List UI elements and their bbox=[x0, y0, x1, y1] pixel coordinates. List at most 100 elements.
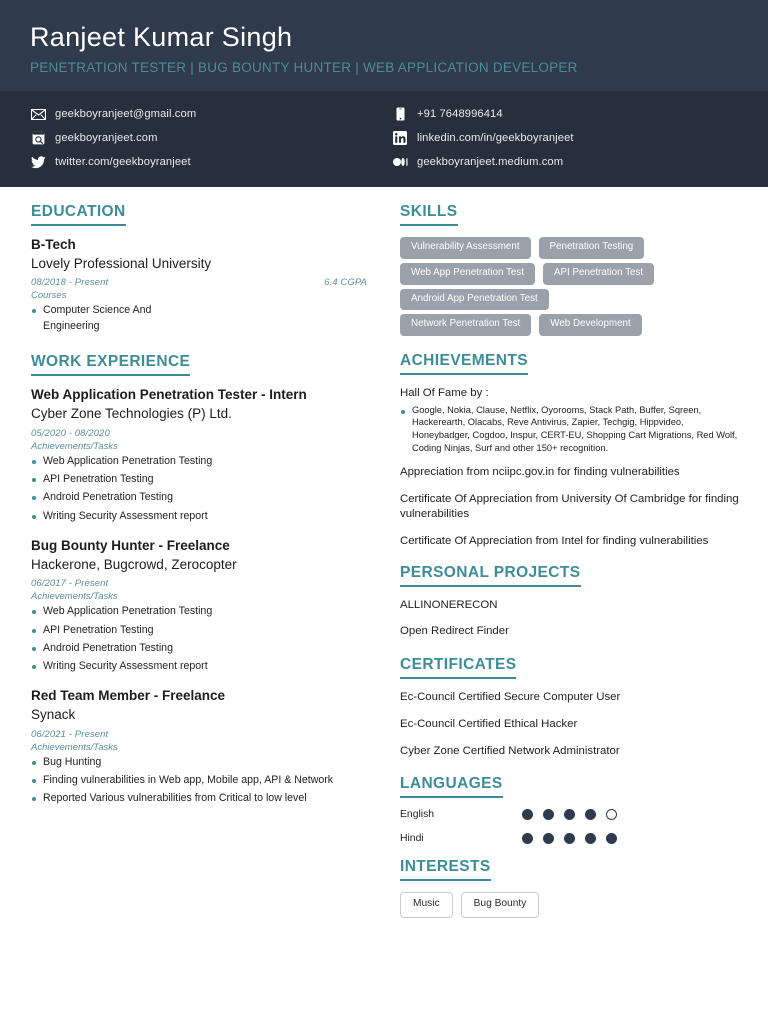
skills-heading: SKILLS bbox=[400, 203, 458, 227]
level-dot-filled bbox=[543, 833, 554, 845]
section-interests: INTERESTS Music Bug Bounty bbox=[400, 858, 742, 918]
education-courses-list: Computer Science And Engineering bbox=[31, 303, 367, 335]
list-item: API Penetration Testing bbox=[31, 623, 367, 639]
work-dates: 05/2020 - 08/2020 bbox=[31, 427, 110, 439]
skills-row: Vulnerability Assessment Penetration Tes… bbox=[400, 237, 742, 259]
list-item: Writing Security Assessment report bbox=[31, 509, 367, 525]
list-item: Web Application Penetration Testing bbox=[31, 454, 367, 470]
language-level-dots bbox=[522, 833, 617, 845]
contact-email-text: geekboyranjeet@gmail.com bbox=[55, 108, 197, 121]
work-org: Hackerone, Bugcrowd, Zerocopter bbox=[31, 556, 237, 572]
work-title: Red Team Member - Freelance bbox=[31, 688, 226, 704]
level-dot-filled bbox=[564, 809, 575, 821]
certificate-item: Cyber Zone Certified Network Administrat… bbox=[400, 744, 620, 757]
work-tasks-label: Achievements/Tasks bbox=[31, 741, 118, 753]
contact-column-right: +91 7648996414 linkedin.com/in/geekboyra… bbox=[384, 102, 738, 174]
skill-pill: Android App Penetration Test bbox=[400, 288, 549, 311]
education-institution: Lovely Professional University bbox=[31, 255, 212, 271]
level-dot-empty bbox=[606, 809, 617, 821]
achievement-item: Certificate Of Appreciation from Univers… bbox=[400, 492, 739, 521]
contact-twitter-text: twitter.com/geekboyranjeet bbox=[55, 156, 191, 169]
certificates-heading: CERTIFICATES bbox=[400, 656, 517, 680]
education-grade: 6.4 CGPA bbox=[324, 277, 367, 289]
work-entry: Red Team Member - Freelance Synack 06/20… bbox=[31, 688, 367, 807]
contact-item-website[interactable]: geekboyranjeet.com bbox=[30, 126, 384, 150]
level-dot-filled bbox=[522, 833, 533, 845]
language-level-dots bbox=[522, 809, 617, 821]
interests-row: Music Bug Bounty bbox=[400, 892, 742, 918]
education-degree: B-Tech bbox=[31, 237, 76, 253]
interest-pill: Bug Bounty bbox=[460, 892, 540, 918]
level-dot-filled bbox=[564, 833, 575, 845]
skill-pill: Penetration Testing bbox=[538, 237, 645, 259]
work-meta: 05/2020 - 08/2020 bbox=[31, 428, 367, 439]
achievements-heading: ACHIEVEMENTS bbox=[400, 352, 528, 376]
work-title: Web Application Penetration Tester - Int… bbox=[31, 387, 307, 403]
level-dot-filled bbox=[522, 809, 533, 821]
work-tasks-list: Web Application Penetration Testing API … bbox=[31, 454, 367, 525]
work-tasks-list: Bug Hunting Finding vulnerabilities in W… bbox=[31, 755, 367, 808]
contact-item-twitter[interactable]: twitter.com/geekboyranjeet bbox=[30, 150, 384, 174]
education-meta: 08/2018 - Present 6.4 CGPA bbox=[31, 277, 367, 288]
list-item: Computer Science And Engineering bbox=[31, 303, 166, 335]
achievement-item: Appreciation from nciipc.gov.in for find… bbox=[400, 465, 680, 478]
resume-header: Ranjeet Kumar Singh PENETRATION TESTER |… bbox=[0, 0, 768, 92]
section-education: EDUCATION B-Tech Lovely Professional Uni… bbox=[31, 203, 367, 335]
list-item: Android Penetration Testing bbox=[31, 641, 367, 657]
level-dot-filled bbox=[585, 809, 596, 821]
contact-phone-text: +91 7648996414 bbox=[417, 108, 503, 121]
project-item: Open Redirect Finder bbox=[400, 625, 509, 638]
section-skills: SKILLS Vulnerability Assessment Penetrat… bbox=[400, 203, 742, 337]
resume-page: Ranjeet Kumar Singh PENETRATION TESTER |… bbox=[0, 0, 768, 1024]
list-item: Finding vulnerabilities in Web app, Mobi… bbox=[31, 773, 367, 789]
language-row: Hindi bbox=[400, 833, 742, 845]
certificate-item: Ec-Council Certified Ethical Hacker bbox=[400, 717, 578, 730]
skill-pill: Network Penetration Test bbox=[400, 314, 532, 337]
hall-of-fame-list: Google, Nokia, Clause, Netflix, Oyorooms… bbox=[400, 404, 742, 455]
list-item: Bug Hunting bbox=[31, 755, 367, 771]
work-title: Bug Bounty Hunter - Freelance bbox=[31, 537, 230, 553]
linkedin-icon bbox=[392, 130, 408, 146]
skill-pill: Web App Penetration Test bbox=[400, 262, 535, 285]
contact-linkedin-text: linkedin.com/in/geekboyranjeet bbox=[417, 132, 574, 145]
language-name: Hindi bbox=[400, 833, 424, 845]
skill-pill: Vulnerability Assessment bbox=[400, 237, 531, 259]
candidate-tagline: PENETRATION TESTER | BUG BOUNTY HUNTER |… bbox=[30, 60, 578, 76]
work-experience-heading: WORK EXPERIENCE bbox=[31, 353, 191, 377]
section-achievements: ACHIEVEMENTS Hall Of Fame by : Google, N… bbox=[400, 352, 742, 550]
work-entry: Web Application Penetration Tester - Int… bbox=[31, 387, 367, 524]
website-icon bbox=[30, 130, 46, 146]
list-item: Reported Various vulnerabilities from Cr… bbox=[31, 791, 367, 807]
resume-body: EDUCATION B-Tech Lovely Professional Uni… bbox=[0, 187, 768, 922]
skill-pill: API Penetration Test bbox=[542, 262, 655, 285]
skills-row: Web App Penetration Test API Penetration… bbox=[400, 262, 742, 285]
phone-icon bbox=[392, 106, 408, 122]
work-meta: 06/2021 - Present bbox=[31, 729, 367, 740]
language-row: English bbox=[400, 809, 742, 821]
candidate-name: Ranjeet Kumar Singh bbox=[30, 22, 293, 52]
contact-item-phone[interactable]: +91 7648996414 bbox=[392, 102, 738, 126]
project-item: ALLINONERECON bbox=[400, 598, 498, 611]
education-entry: B-Tech Lovely Professional University 08… bbox=[31, 237, 367, 335]
list-item: Writing Security Assessment report bbox=[31, 659, 367, 675]
work-tasks-label: Achievements/Tasks bbox=[31, 591, 118, 603]
contact-bar: geekboyranjeet@gmail.com geekboyranjeet.… bbox=[0, 91, 768, 188]
level-dot-filled bbox=[585, 833, 596, 845]
section-certificates: CERTIFICATES Ec-Council Certified Secure… bbox=[400, 656, 742, 759]
contact-item-medium[interactable]: geekboyranjeet.medium.com bbox=[392, 150, 738, 174]
languages-heading: LANGUAGES bbox=[400, 775, 503, 799]
skill-pill: Web Development bbox=[539, 314, 642, 337]
left-column: EDUCATION B-Tech Lovely Professional Uni… bbox=[0, 187, 393, 922]
contact-item-linkedin[interactable]: linkedin.com/in/geekboyranjeet bbox=[392, 126, 738, 150]
work-dates: 06/2017 - Present bbox=[31, 578, 109, 590]
list-item: Android Penetration Testing bbox=[31, 490, 367, 506]
twitter-icon bbox=[30, 154, 46, 170]
interests-heading: INTERESTS bbox=[400, 858, 491, 882]
education-courses-label: Courses bbox=[31, 290, 67, 302]
medium-icon bbox=[392, 154, 408, 170]
contact-item-email[interactable]: geekboyranjeet@gmail.com bbox=[30, 102, 384, 126]
hall-of-fame-label: Hall Of Fame by : bbox=[400, 387, 489, 400]
skills-row: Network Penetration Test Web Development bbox=[400, 314, 742, 337]
language-name: English bbox=[400, 809, 435, 821]
section-languages: LANGUAGES English Hindi bbox=[400, 775, 742, 845]
